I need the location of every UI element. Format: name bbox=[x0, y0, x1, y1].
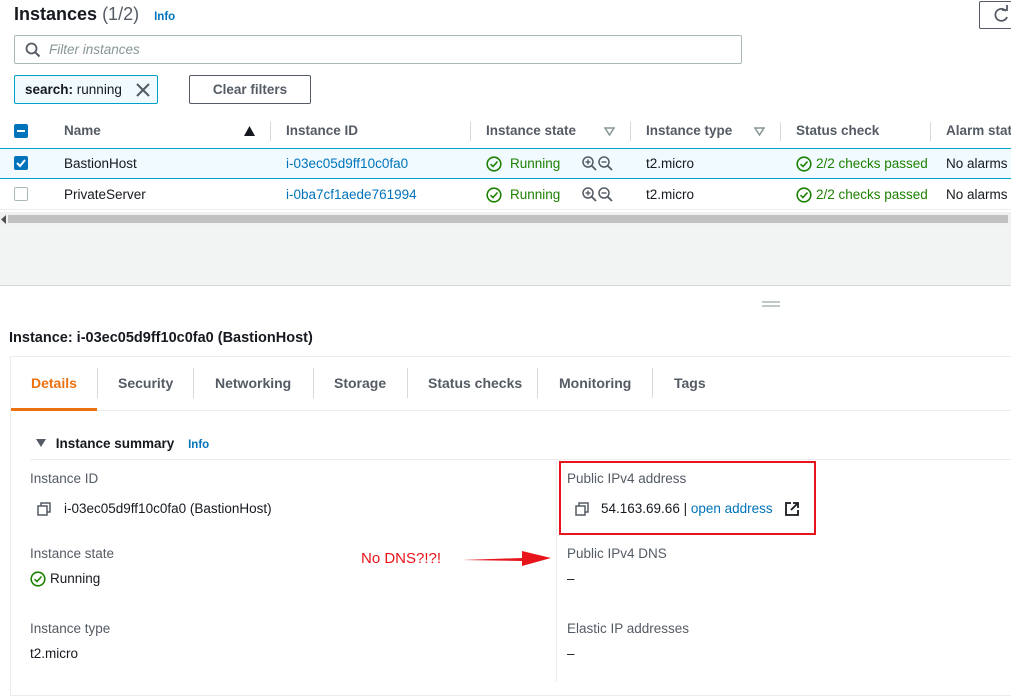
instance-id-link[interactable]: i-03ec05d9ff10c0fa0 bbox=[286, 156, 408, 171]
selection-count: (1/2) bbox=[102, 4, 140, 24]
column-divider bbox=[556, 460, 557, 682]
zoom-in-icon[interactable] bbox=[582, 187, 597, 202]
search-icon bbox=[25, 42, 41, 58]
arrow-icon bbox=[462, 551, 551, 566]
sort-down-icon[interactable] bbox=[604, 127, 615, 136]
scroll-left-icon[interactable] bbox=[1, 215, 7, 224]
tab-networking[interactable]: Networking bbox=[215, 375, 291, 391]
detail-title: Instance: i-03ec05d9ff10c0fa0 (BastionHo… bbox=[9, 330, 313, 346]
instance-type-label: Instance type bbox=[30, 621, 111, 636]
status-check: 2/2 checks passed bbox=[816, 187, 928, 202]
zoom-out-icon[interactable] bbox=[598, 156, 613, 171]
filter-token: search: running bbox=[14, 75, 158, 104]
sort-down-icon[interactable] bbox=[754, 127, 765, 136]
instance-id-link[interactable]: i-0ba7cf1aede761994 bbox=[286, 187, 417, 202]
instance-state-value: Running bbox=[50, 571, 101, 586]
check-circle-icon bbox=[796, 156, 812, 172]
alarm-status: No alarms bbox=[946, 156, 1008, 171]
check-circle-icon bbox=[30, 571, 46, 587]
info-link[interactable]: Info bbox=[154, 11, 175, 23]
caret-down-icon bbox=[36, 439, 46, 447]
zoom-in-icon[interactable] bbox=[582, 156, 597, 171]
close-icon[interactable] bbox=[136, 83, 150, 97]
clear-filters-button[interactable]: Clear filters bbox=[189, 75, 311, 104]
check-icon bbox=[16, 159, 26, 168]
elastic-ip-label: Elastic IP addresses bbox=[567, 621, 690, 636]
instance-id-label: Instance ID bbox=[30, 471, 99, 486]
column-name[interactable]: Name bbox=[64, 123, 101, 138]
instance-type-value: t2.micro bbox=[30, 646, 79, 661]
table-empty-area bbox=[0, 227, 1011, 285]
column-instance-type[interactable]: Instance type bbox=[646, 123, 732, 138]
instance-state-label: Instance state bbox=[30, 546, 115, 561]
column-status-check[interactable]: Status check bbox=[796, 123, 879, 138]
tab-security[interactable]: Security bbox=[118, 375, 173, 391]
details-panel bbox=[10, 356, 1011, 696]
copy-icon[interactable] bbox=[37, 502, 51, 516]
instance-state: Running bbox=[510, 187, 561, 202]
instance-summary-header[interactable]: Instance summary Info bbox=[36, 436, 209, 451]
filter-placeholder: Filter instances bbox=[49, 42, 140, 57]
summary-info-link[interactable]: Info bbox=[188, 439, 209, 451]
elastic-ip-value: – bbox=[567, 646, 575, 661]
tab-tags[interactable]: Tags bbox=[674, 375, 706, 391]
instance-state: Running bbox=[510, 156, 561, 171]
table-row[interactable]: BastionHost i-03ec05d9ff10c0fa0 Running … bbox=[0, 148, 1011, 179]
token-text: search: running bbox=[25, 82, 122, 97]
scrollbar-thumb[interactable] bbox=[8, 215, 1008, 223]
instance-type: t2.micro bbox=[646, 187, 695, 202]
drag-handle-icon[interactable] bbox=[762, 300, 780, 308]
sort-up-icon[interactable] bbox=[244, 126, 255, 136]
active-tab-indicator bbox=[11, 408, 97, 411]
column-alarm-status[interactable]: Alarm stat bbox=[946, 123, 1011, 138]
row-checkbox[interactable] bbox=[14, 187, 28, 201]
select-all-checkbox[interactable] bbox=[14, 124, 28, 138]
check-circle-icon bbox=[486, 156, 502, 172]
public-ipv4-dns-label: Public IPv4 DNS bbox=[567, 546, 667, 561]
public-ipv4-dns-value: – bbox=[567, 571, 575, 586]
instance-id-value: i-03ec05d9ff10c0fa0 (BastionHost) bbox=[64, 501, 272, 516]
instance-name: PrivateServer bbox=[64, 187, 146, 202]
tab-storage[interactable]: Storage bbox=[334, 375, 386, 391]
summary-rule bbox=[30, 459, 1011, 460]
token-key: search: bbox=[25, 82, 74, 97]
check-circle-icon bbox=[486, 187, 502, 203]
split-divider bbox=[0, 285, 1011, 286]
zoom-out-icon[interactable] bbox=[598, 187, 613, 202]
table-header: Name Instance ID Instance state Instance… bbox=[0, 115, 1011, 149]
summary-title: Instance summary bbox=[55, 436, 175, 451]
instance-type: t2.micro bbox=[646, 156, 695, 171]
refresh-button[interactable] bbox=[979, 1, 1011, 29]
column-instance-id[interactable]: Instance ID bbox=[286, 123, 358, 138]
column-instance-state[interactable]: Instance state bbox=[486, 123, 576, 138]
horizontal-scrollbar[interactable] bbox=[0, 212, 1011, 227]
instance-name: BastionHost bbox=[64, 156, 137, 171]
annotation-highlight-box bbox=[559, 461, 816, 535]
status-check: 2/2 checks passed bbox=[816, 156, 928, 171]
refresh-icon bbox=[994, 5, 1008, 22]
annotation-text: No DNS?!?! bbox=[361, 550, 442, 567]
filter-input[interactable]: Filter instances bbox=[14, 35, 742, 64]
row-checkbox[interactable] bbox=[14, 156, 28, 170]
table-row[interactable]: PrivateServer i-0ba7cf1aede761994 Runnin… bbox=[0, 179, 1011, 210]
tab-details[interactable]: Details bbox=[31, 375, 77, 391]
page-title: Instances (1/2) Info bbox=[14, 4, 175, 25]
title-text: Instances bbox=[14, 4, 98, 24]
alarm-status: No alarms bbox=[946, 187, 1008, 202]
token-value: running bbox=[76, 82, 122, 97]
tab-monitoring[interactable]: Monitoring bbox=[559, 375, 631, 391]
tabs-baseline bbox=[10, 410, 1011, 411]
check-circle-icon bbox=[796, 187, 812, 203]
tab-status-checks[interactable]: Status checks bbox=[428, 375, 522, 391]
